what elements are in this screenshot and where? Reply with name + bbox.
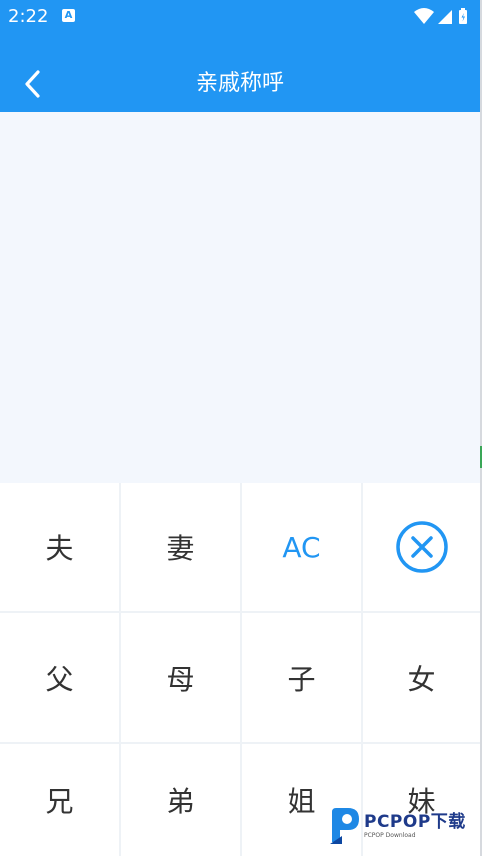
key-husband[interactable]: 夫 [0, 483, 119, 611]
app-bar: 2:22 A 亲戚称呼 [0, 0, 480, 112]
key-mother[interactable]: 母 [121, 613, 240, 742]
watermark: PCPOP下载 PCPOP Download [328, 804, 478, 848]
key-son[interactable]: 子 [242, 613, 361, 742]
status-time: 2:22 [8, 6, 49, 27]
key-father[interactable]: 父 [0, 613, 119, 742]
wifi-icon [414, 8, 434, 24]
key-younger-brother[interactable]: 弟 [121, 744, 240, 856]
key-elder-brother[interactable]: 兄 [0, 744, 119, 856]
page-title: 亲戚称呼 [195, 71, 284, 96]
key-daughter[interactable]: 女 [363, 613, 480, 742]
chevron-left-icon [25, 70, 40, 98]
circle-x-icon [395, 521, 448, 573]
key-delete[interactable] [363, 483, 480, 611]
battery-icon [459, 8, 467, 24]
watermark-subtitle: PCPOP Download [364, 832, 416, 839]
key-clear[interactable]: AC [242, 483, 361, 611]
watermark-brand: PCPOP下载 [364, 812, 466, 832]
result-display [0, 112, 480, 483]
pcpop-logo-icon [330, 808, 359, 844]
screen: 2:22 A 亲戚称呼 夫 妻 AC 父 母 子 女 兄 弟 姐 妹 PCPOP… [0, 0, 482, 856]
status-icons [412, 6, 472, 26]
signal-icon [438, 10, 452, 24]
key-wife[interactable]: 妻 [121, 483, 240, 611]
back-button[interactable] [16, 66, 52, 102]
a-notification-icon: A [62, 9, 75, 22]
keypad: 夫 妻 AC 父 母 子 女 兄 弟 姐 妹 [0, 483, 480, 856]
